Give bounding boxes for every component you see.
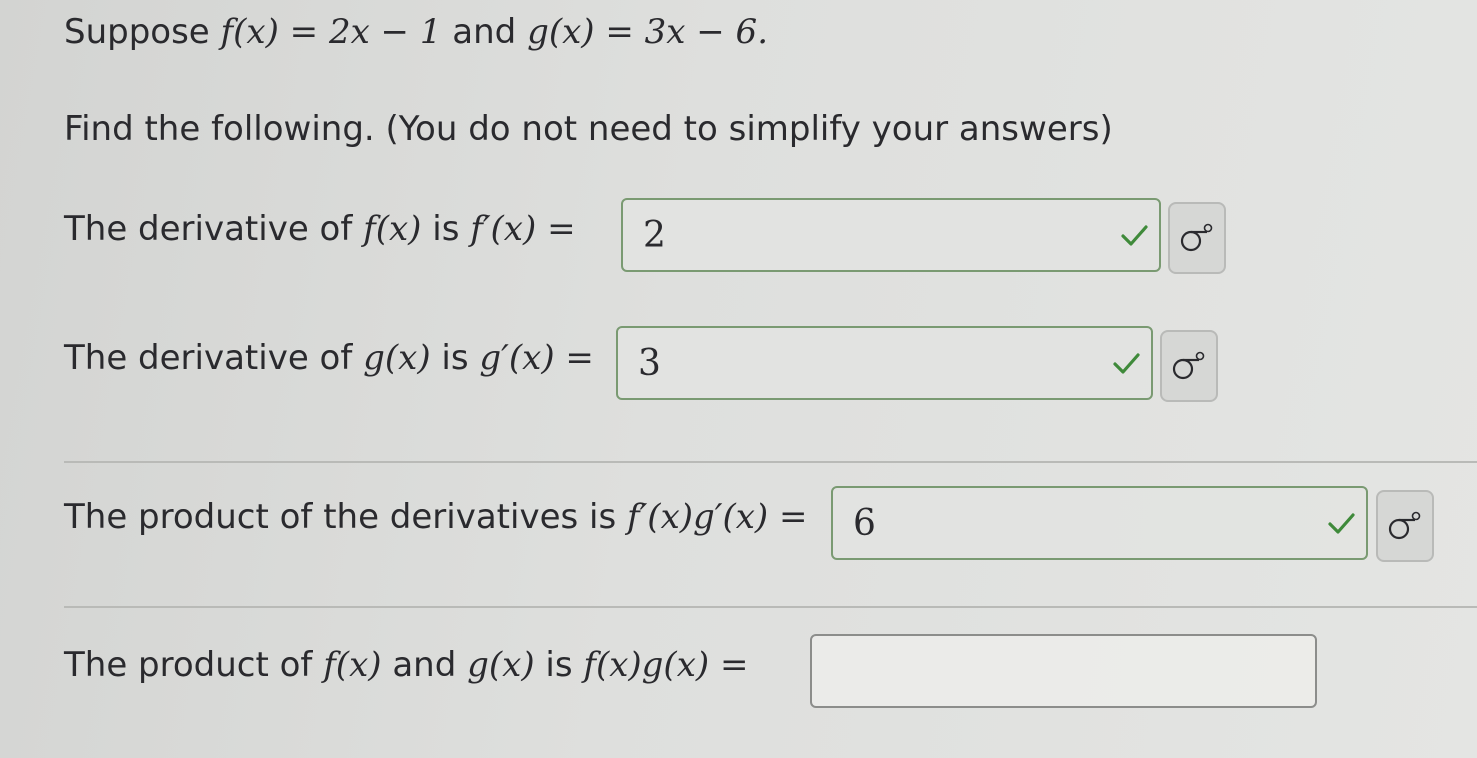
row-1-label: The derivative of f(x) is f′(x) = bbox=[64, 212, 576, 246]
symbol-button[interactable] bbox=[1376, 490, 1434, 562]
check-icon bbox=[1121, 225, 1148, 246]
sigma-symbol-icon bbox=[1388, 511, 1421, 540]
sigma-symbol-icon bbox=[1172, 351, 1205, 380]
row-4-func: f(x) bbox=[323, 645, 382, 685]
row-4-label: The product of f(x) and g(x) is f(x)g(x)… bbox=[64, 648, 748, 682]
row-2-label: The derivative of g(x) is g′(x) = bbox=[64, 341, 594, 375]
sigma-symbol-icon bbox=[1180, 223, 1213, 252]
section-divider bbox=[64, 461, 1477, 463]
problem-statement: Suppose f(x) = 2x − 1 and g(x) = 3x − 6. bbox=[64, 15, 768, 49]
row-2-is: is bbox=[441, 338, 469, 378]
row-1-prefix: The derivative of bbox=[64, 209, 353, 249]
derivative-g-answer-field[interactable]: 3 bbox=[616, 326, 1153, 400]
row-4-expr: f(x)g(x) bbox=[583, 645, 710, 685]
row-2-prefix: The derivative of bbox=[64, 338, 353, 378]
row-3-expr: f′(x)g′(x) bbox=[627, 497, 769, 537]
row-4-equals: = bbox=[719, 645, 749, 685]
answer-value: 3 bbox=[638, 342, 661, 384]
derivative-f-answer-field[interactable]: 2 bbox=[621, 198, 1161, 272]
row-4-prefix: The product of bbox=[64, 645, 313, 685]
and-text: and bbox=[452, 12, 517, 52]
section-divider bbox=[64, 606, 1477, 608]
row-1-is: is bbox=[432, 209, 460, 249]
row-4-and: and bbox=[392, 645, 457, 685]
instructions: Find the following. (You do not need to … bbox=[64, 109, 1113, 149]
row-1-expr: f′(x) bbox=[470, 209, 537, 249]
row-4-func2: g(x) bbox=[467, 645, 535, 685]
check-icon bbox=[1113, 353, 1140, 374]
row-2-equals: = bbox=[565, 338, 594, 378]
row-4-is: is bbox=[545, 645, 573, 685]
row-3-prefix: The product of the derivatives is bbox=[64, 497, 617, 537]
symbol-button[interactable] bbox=[1168, 202, 1226, 274]
row-3-label: The product of the derivatives is f′(x)g… bbox=[64, 500, 808, 534]
row-2-expr: g′(x) bbox=[479, 338, 555, 378]
product-derivatives-answer-field[interactable]: 6 bbox=[831, 486, 1368, 560]
g-definition: g(x) = 3x − 6. bbox=[527, 12, 768, 52]
intro-text: Suppose bbox=[64, 12, 210, 52]
row-2-func: g(x) bbox=[363, 338, 431, 378]
row-1-equals: = bbox=[547, 209, 576, 249]
symbol-button[interactable] bbox=[1160, 330, 1218, 402]
product-functions-answer-field[interactable] bbox=[810, 634, 1317, 708]
answer-value: 6 bbox=[853, 502, 876, 544]
row-3-equals: = bbox=[779, 497, 808, 537]
f-definition: f(x) = 2x − 1 bbox=[220, 12, 442, 52]
check-icon bbox=[1328, 513, 1355, 534]
answer-value: 2 bbox=[643, 214, 666, 256]
row-1-func: f(x) bbox=[363, 209, 422, 249]
